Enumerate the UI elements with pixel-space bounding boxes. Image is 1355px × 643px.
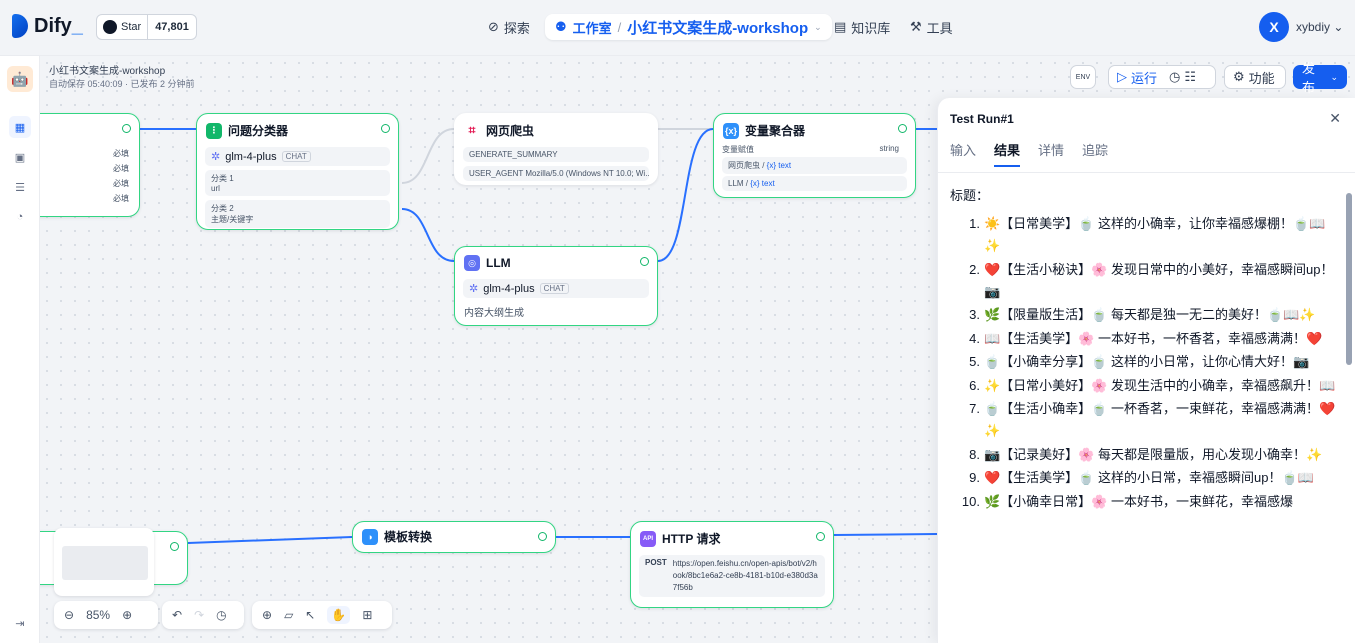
list-item: 4. 📖【生活美学】🌸 一本好书，一杯香茗，幸福感满满！❤️ bbox=[969, 330, 1323, 346]
app-icon[interactable]: 🤖 bbox=[7, 66, 33, 92]
nav-tools[interactable]: ⚒ 工具 bbox=[910, 14, 953, 40]
dify-logo[interactable]: Dify_ bbox=[12, 14, 83, 38]
left-sidebar: 🤖 ▦ ▣ ☰ ◔ ⇥ bbox=[0, 56, 40, 643]
result-content[interactable]: 标题： 1. ☀️【日常美学】🍵 这样的小确幸，让你幸福感爆棚！🍵📖✨ 2. ❤️【… bbox=[938, 172, 1355, 643]
list-item: 9. ❤️【生活美学】🍵 这样的小日常，幸福感瞬间up！🍵📖 bbox=[969, 470, 1314, 485]
nav-studio[interactable]: ⚉ 工作室 / 小红书文案生成-workshop ⌄ bbox=[545, 14, 832, 40]
list-item: 3. 🌿【限量版生活】🍵 每天都是独一无二的美好！🍵📖✨ bbox=[969, 307, 1316, 322]
model-icon: ✲ bbox=[469, 283, 479, 295]
features-icon: ⚙ bbox=[1233, 69, 1245, 84]
dify-logo-icon bbox=[12, 14, 28, 38]
undo-icon[interactable]: ↶ bbox=[172, 608, 182, 622]
hand-icon[interactable]: ✋ bbox=[327, 606, 351, 624]
collapse-sidebar-icon[interactable]: ⇥ bbox=[9, 612, 31, 634]
logs-icon[interactable]: ☰ bbox=[9, 176, 31, 198]
result-heading: 标题： bbox=[950, 188, 990, 203]
web-crawler-node[interactable]: ⌗ 网页爬虫 GENERATE_SUMMARY USER_AGENT Mozill… bbox=[454, 113, 658, 185]
start-node[interactable]: 必填 必填 必填 必填 bbox=[40, 113, 140, 217]
history-controls: ↶ ↷ ◷ bbox=[162, 601, 244, 629]
crawler-icon: ⌗ bbox=[464, 122, 480, 139]
question-classifier-node[interactable]: ⋮ 问题分类器 ✲ glm-4-plus CHAT 分类 1 url 分类 2 主题/关键… bbox=[196, 113, 399, 230]
minimap[interactable] bbox=[54, 528, 154, 596]
classifier-icon: ⋮ bbox=[206, 122, 222, 139]
tab-result[interactable]: 结果 bbox=[994, 140, 1021, 167]
list-item: 10. 🌿【小确幸日常】🌸 一本好书，一束鲜花，幸福感爆 bbox=[961, 493, 1293, 509]
http-icon: API bbox=[640, 530, 656, 547]
tab-input[interactable]: 输入 bbox=[950, 140, 976, 167]
history-icon[interactable]: ◷ bbox=[1169, 69, 1180, 85]
panel-tabs: 输入 结果 详情 追踪 bbox=[950, 140, 1108, 167]
zoom-level[interactable]: 85% bbox=[86, 608, 110, 622]
current-app-name[interactable]: 小红书文案生成-workshop bbox=[627, 17, 808, 38]
chevron-down-icon: ⌄ bbox=[814, 21, 822, 32]
variable-aggregator-node[interactable]: {x} 变量聚合器 变量赋值 string 网页爬虫 / {x} text LLM… bbox=[713, 113, 916, 198]
zoom-out-icon[interactable]: ⊖ bbox=[64, 608, 74, 622]
compass-icon: ⊘ bbox=[488, 19, 499, 34]
run-button-group[interactable]: ▷ 运行 ◷ ☷ bbox=[1108, 65, 1216, 89]
success-check-icon bbox=[381, 124, 390, 133]
list-item: 1. ☀️【日常美学】🍵 这样的小确幸，让你幸福感爆棚！🍵📖✨ bbox=[969, 216, 1326, 253]
orchestrate-icon[interactable]: ▦ bbox=[9, 116, 31, 138]
success-check-icon bbox=[640, 257, 649, 266]
book-icon: ▤ bbox=[834, 19, 847, 34]
model-icon: ✲ bbox=[211, 151, 221, 163]
github-star-button[interactable]: Star 47,801 bbox=[96, 14, 197, 40]
http-request-node[interactable]: API HTTP 请求 POST https://open.feishu.cn/o… bbox=[630, 521, 834, 608]
list-item: 8. 📷【记录美好】🌸 每天都是限量版，用心发现小确幸！✨ bbox=[969, 446, 1323, 462]
features-button[interactable]: ⚙ 功能 bbox=[1224, 65, 1286, 89]
add-note-icon[interactable]: ▱ bbox=[284, 608, 293, 622]
zoom-in-icon[interactable]: ⊕ bbox=[122, 608, 132, 622]
result-list: 1. ☀️【日常美学】🍵 这样的小确幸，让你幸福感爆棚！🍵📖✨ 2. ❤️【生活小秘… bbox=[960, 213, 1336, 514]
scrollbar-thumb[interactable] bbox=[1346, 193, 1352, 365]
robot-icon: ⚉ bbox=[555, 19, 567, 34]
success-check-icon bbox=[170, 542, 179, 551]
add-node-icon[interactable]: ⊕ bbox=[262, 608, 272, 622]
hammer-icon: ⚒ bbox=[910, 19, 922, 34]
template-transform-node[interactable]: ◑ 模板转换 bbox=[352, 521, 556, 553]
success-check-icon bbox=[122, 124, 131, 133]
version-history-icon[interactable]: ◷ bbox=[216, 608, 226, 622]
list-item: 6. ✨【日常小美好】🌸 发现生活中的小确幸，幸福感飙升！📖 bbox=[969, 377, 1336, 393]
tab-detail[interactable]: 详情 bbox=[1038, 140, 1064, 167]
pointer-icon[interactable]: ↖ bbox=[305, 608, 315, 622]
play-icon: ▷ bbox=[1117, 69, 1127, 84]
publish-button[interactable]: 发布 ⌄ bbox=[1293, 61, 1347, 95]
canvas-tools: ⊕ ▱ ↖ ✋ ⊞ bbox=[252, 601, 392, 629]
scrollbar[interactable] bbox=[1344, 173, 1354, 643]
panel-title: Test Run#1 bbox=[950, 112, 1014, 126]
success-check-icon bbox=[816, 532, 825, 541]
zoom-controls: ⊖ 85% ⊕ bbox=[54, 601, 158, 629]
env-button[interactable]: ENV bbox=[1070, 65, 1096, 89]
list-item: 5. 🍵【小确幸分享】🍵 这样的小日常，让你心情大好！📷 bbox=[969, 354, 1310, 369]
variable-icon: {x} bbox=[723, 122, 739, 139]
llm-node[interactable]: ◎ LLM ✲ glm-4-plus CHAT 内容大纲生成 bbox=[454, 246, 658, 326]
checklist-icon[interactable]: ☷ bbox=[1184, 69, 1196, 85]
github-icon bbox=[103, 20, 117, 34]
success-check-icon bbox=[538, 532, 547, 541]
test-run-panel: Test Run#1 ✕ 输入 结果 详情 追踪 标题： 1. ☀️【日常美学】🍵… bbox=[937, 98, 1355, 643]
organize-icon[interactable]: ⊞ bbox=[362, 608, 372, 622]
template-icon: ◑ bbox=[362, 528, 378, 545]
chevron-down-icon: ⌄ bbox=[1330, 71, 1338, 82]
github-star-count: 47,801 bbox=[155, 21, 189, 33]
avatar[interactable]: X bbox=[1259, 12, 1289, 42]
list-item: 7. 🍵【生活小确幸】🍵 一杯香茗，一束鲜花，幸福感满满！❤️✨ bbox=[969, 401, 1336, 438]
nav-knowledge[interactable]: ▤ 知识库 bbox=[834, 14, 890, 40]
success-check-icon bbox=[898, 124, 907, 133]
top-navigation-bar: Dify_ Star 47,801 ⊘ 探索 ⚉ 工作室 / 小红书文案生成-wo… bbox=[0, 0, 1355, 56]
llm-icon: ◎ bbox=[464, 255, 480, 271]
user-menu[interactable]: xybdiy ⌄ bbox=[1296, 20, 1343, 34]
monitor-icon[interactable]: ◔ bbox=[9, 206, 31, 228]
list-item: 2. ❤️【生活小秘诀】🌸 发现日常中的小美好，幸福感瞬间up！📷 bbox=[969, 261, 1334, 299]
close-icon[interactable]: ✕ bbox=[1329, 110, 1341, 127]
redo-icon[interactable]: ↷ bbox=[194, 608, 204, 622]
nav-explore[interactable]: ⊘ 探索 bbox=[488, 14, 530, 40]
tab-trace[interactable]: 追踪 bbox=[1082, 140, 1108, 167]
api-icon[interactable]: ▣ bbox=[9, 146, 31, 168]
